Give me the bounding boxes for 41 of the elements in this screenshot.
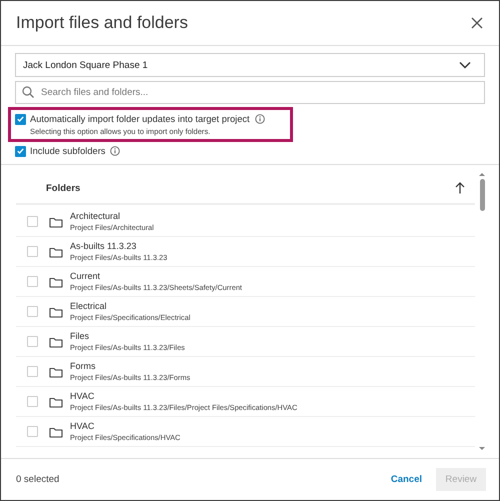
checkbox[interactable] xyxy=(27,336,38,347)
option-label: Automatically import folder updates into target project xyxy=(30,114,250,124)
folder-icon xyxy=(49,366,63,378)
search-icon xyxy=(22,86,34,98)
folder-name: Current xyxy=(70,271,102,281)
folder-icon xyxy=(49,276,63,288)
folder-name: Files xyxy=(70,331,90,341)
checkbox[interactable] xyxy=(27,216,38,227)
checkbox[interactable] xyxy=(27,366,38,377)
checkbox[interactable] xyxy=(15,114,26,124)
folder-name: HVAC xyxy=(70,391,96,401)
sort-button[interactable] xyxy=(455,182,465,194)
project-dropdown[interactable]: Jack London Square Phase 1 xyxy=(15,53,485,77)
folder-name: Architectural xyxy=(70,211,122,221)
checkbox[interactable] xyxy=(27,396,38,407)
folder-icon xyxy=(49,396,63,408)
folder-icon xyxy=(49,216,63,228)
checkbox[interactable] xyxy=(27,276,38,287)
close-button[interactable] xyxy=(469,15,485,31)
info-icon xyxy=(110,146,120,156)
folder-icon xyxy=(49,426,63,438)
folder-name: As-builts 11.3.23 xyxy=(70,241,138,251)
selection-count: 0 selected xyxy=(16,474,60,485)
folder-name: HVAC xyxy=(70,421,96,431)
chevron-down-icon xyxy=(459,61,471,69)
folder-icon xyxy=(49,246,63,258)
checkbox[interactable] xyxy=(27,426,38,437)
checkbox[interactable] xyxy=(27,306,38,317)
checkbox[interactable] xyxy=(15,146,26,156)
option-label: Include subfolders xyxy=(30,146,106,156)
info-icon xyxy=(254,114,265,124)
folder-name: Forms xyxy=(70,361,96,371)
column-header: Folders xyxy=(46,182,80,194)
folder-name: Electrical xyxy=(70,301,108,311)
cancel-button[interactable]: Cancel xyxy=(390,474,422,485)
dialog-title: Import files and folders xyxy=(16,13,188,33)
search-field[interactable]: Search files and folders... xyxy=(15,81,485,104)
checkbox[interactable] xyxy=(27,246,38,257)
folder-icon xyxy=(49,306,63,318)
folder-icon xyxy=(49,336,63,348)
scrollbar[interactable] xyxy=(478,173,486,450)
